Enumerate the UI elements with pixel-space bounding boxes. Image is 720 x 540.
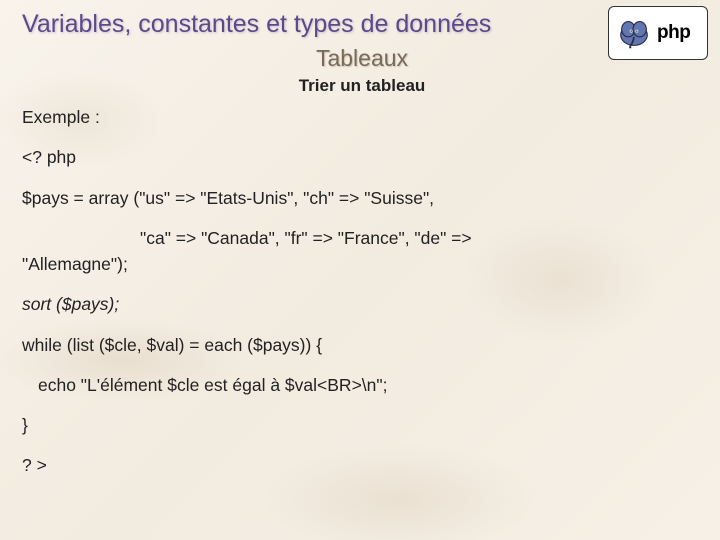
example-label: Exemple : [22,104,702,130]
close-brace: } [22,412,702,438]
echo-line: echo "L'élément $cle est égal à $val<BR>… [22,372,702,398]
array-line-1: $pays = array ("us" => "Etats-Unis", "ch… [22,185,702,211]
section-title: Trier un tableau [22,76,702,96]
while-line: while (list ($cle, $val) = each ($pays))… [22,332,702,358]
slide-content: Variables, constantes et types de donnée… [0,0,720,503]
sort-line: sort ($pays); [22,291,702,317]
php-open-tag: <? php [22,144,702,170]
page-title: Variables, constantes et types de donnée… [22,10,702,39]
array-line-2a: "ca" => "Canada", "fr" => "France", "de"… [22,225,472,251]
array-line-2b: "Allemagne"); [22,254,128,274]
code-block: Exemple : <? php $pays = array ("us" => … [22,104,702,479]
page-subtitle: Tableaux [22,45,702,72]
array-line-2: "ca" => "Canada", "fr" => "France", "de"… [22,225,702,278]
php-close-tag: ? > [22,452,702,478]
